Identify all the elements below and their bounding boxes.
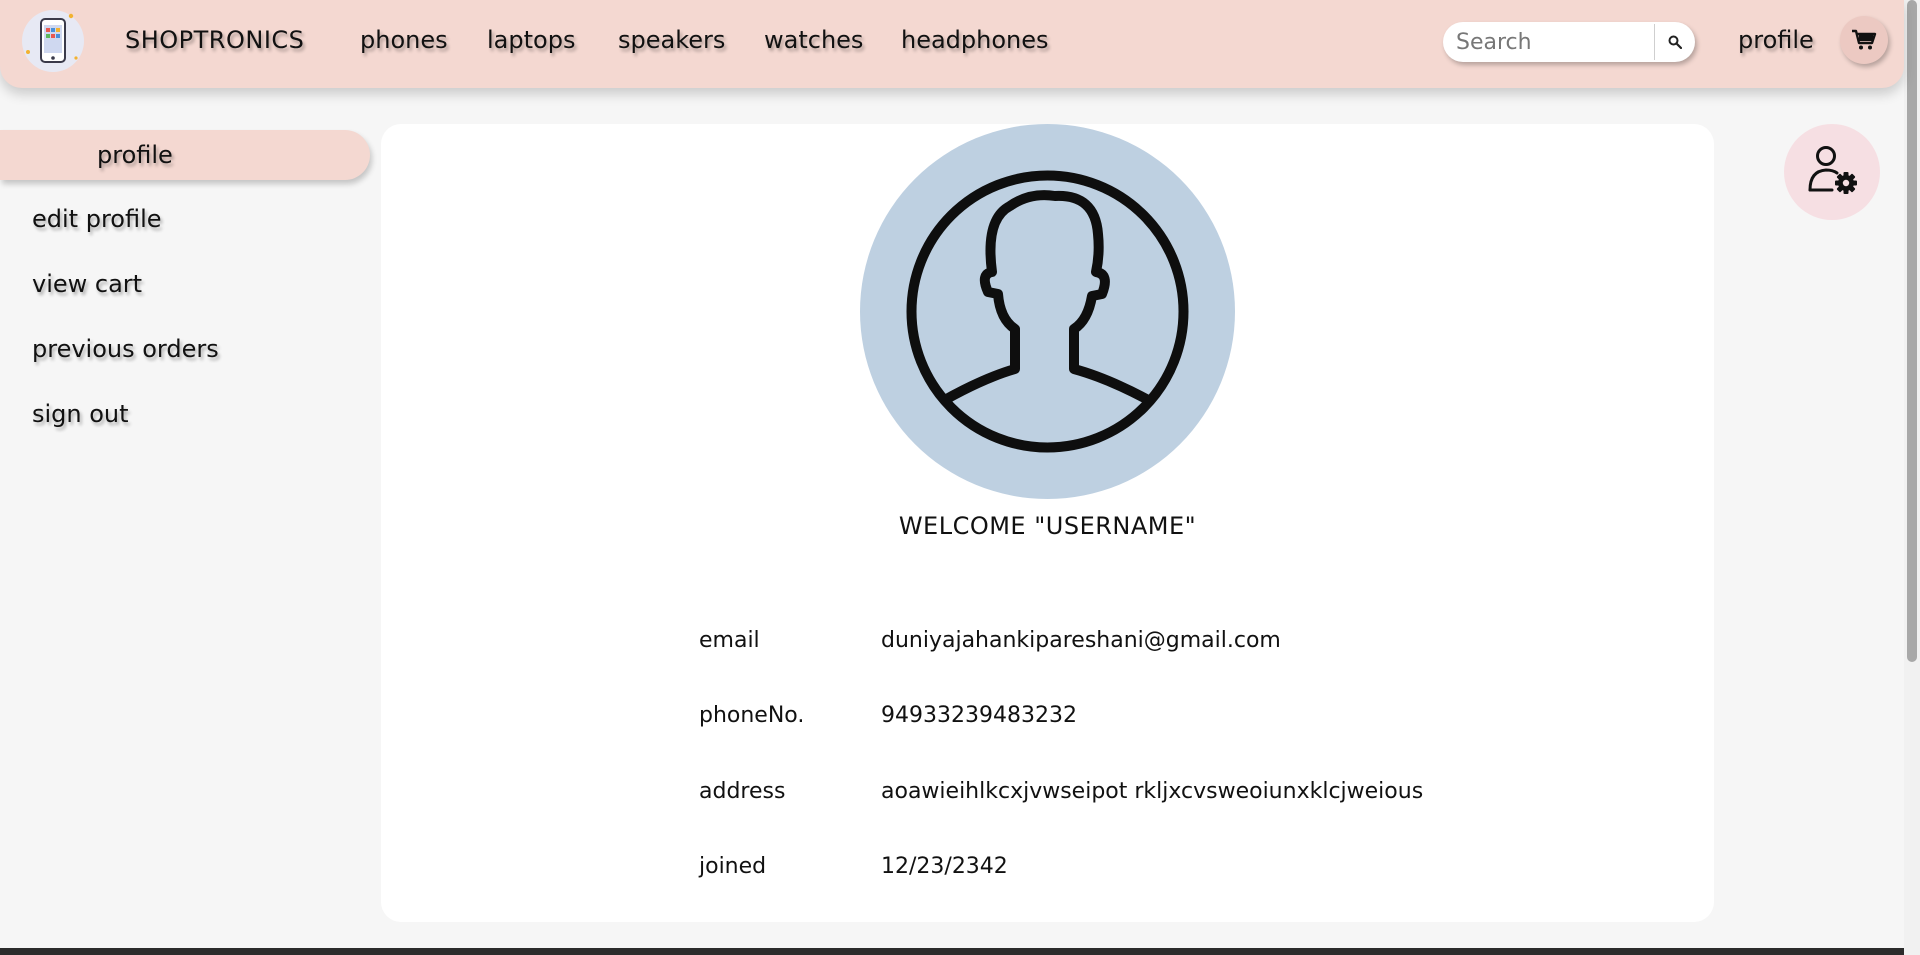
scrollbar-thumb[interactable]	[1907, 0, 1917, 662]
user-avatar-icon	[860, 124, 1235, 499]
email-value: duniyajahankipareshani@gmail.com	[881, 628, 1281, 653]
nav-link-speakers[interactable]: speakers	[618, 26, 725, 54]
address-value: aoawieihlkcxjvwseipot rkljxcvsweoiunxklc…	[881, 779, 1424, 804]
nav-link-headphones[interactable]: headphones	[901, 26, 1049, 54]
phone-value: 94933239483232	[881, 703, 1077, 728]
search-input[interactable]	[1443, 22, 1651, 62]
cart-icon	[1852, 29, 1877, 50]
search-icon	[1668, 35, 1682, 49]
search-button[interactable]	[1654, 24, 1695, 60]
nav-link-watches[interactable]: watches	[764, 26, 863, 54]
brand-name[interactable]: SHOPTRONICS	[125, 26, 304, 54]
cart-button[interactable]	[1840, 16, 1888, 64]
joined-label: joined	[699, 854, 767, 879]
nav-link-phones[interactable]: phones	[360, 26, 448, 54]
search-bar	[1443, 22, 1695, 62]
sidebar-item-sign-out[interactable]: sign out	[32, 400, 129, 428]
bottom-edge	[0, 948, 1904, 955]
nav-profile-link[interactable]: profile	[1738, 26, 1814, 54]
nav-link-laptops[interactable]: laptops	[487, 26, 575, 54]
sidebar-item-label: profile	[97, 141, 173, 169]
address-label: address	[699, 779, 786, 804]
welcome-heading: WELCOME "USERNAME"	[898, 512, 1197, 540]
user-settings-icon	[1808, 146, 1857, 194]
phone-label: phoneNo.	[699, 703, 805, 728]
sidebar-item-profile[interactable]: profile	[0, 130, 370, 180]
sidebar-item-edit-profile[interactable]: edit profile	[32, 205, 162, 233]
joined-value: 12/23/2342	[881, 854, 1008, 879]
sidebar-item-previous-orders[interactable]: previous orders	[32, 335, 219, 363]
top-navbar: SHOPTRONICS phones laptops speakers watc…	[0, 0, 1904, 88]
phone-logo-icon[interactable]	[22, 10, 84, 72]
email-label: email	[699, 628, 760, 653]
user-settings-button[interactable]	[1784, 124, 1880, 220]
sidebar-item-view-cart[interactable]: view cart	[32, 270, 142, 298]
